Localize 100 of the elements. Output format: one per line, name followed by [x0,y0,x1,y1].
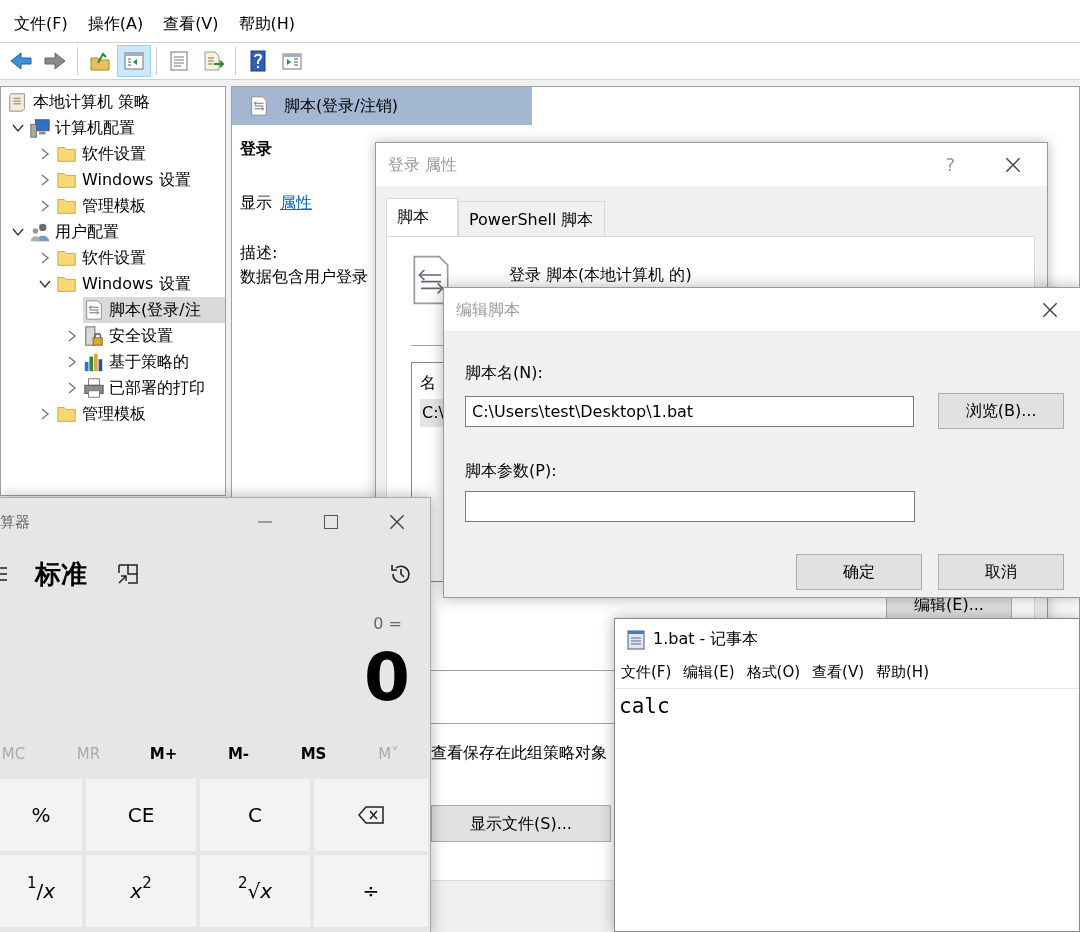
calculator-key[interactable]: % [0,778,82,851]
tree-item-label: Windows 设置 [81,273,192,295]
panel-toggle-button[interactable] [117,45,151,77]
close-icon[interactable] [1005,156,1021,173]
tree-item[interactable]: 计算机配置 [1,115,225,141]
dialog-title: 编辑脚本 [456,298,520,321]
calculator-key[interactable]: ÷ [314,854,428,927]
chevron-right-icon[interactable] [66,330,78,342]
export-list-icon [201,49,225,73]
script-name-field[interactable]: C:\Users\test\Desktop\1.bat [465,395,915,427]
tree-item-label: 软件设置 [81,247,147,269]
tree-item[interactable]: 已部署的打印 [1,375,225,401]
back-arrow-icon [9,49,33,73]
calculator-key[interactable] [314,778,428,851]
tree-item-label: 本地计算机 策略 [32,91,152,113]
chevron-down-icon[interactable] [12,226,24,238]
tree-item[interactable]: 脚本(登录/注 [1,297,225,323]
printer-icon [83,377,105,399]
bar-chart-icon [83,351,105,373]
field-label: 脚本参数(P): [465,460,558,482]
column-header: 名 [420,373,436,392]
script-file-icon [83,299,105,321]
history-icon[interactable] [389,562,413,586]
properties-sheet-icon [167,49,191,73]
menu-item[interactable]: 帮助(H) [876,661,929,684]
mode-title: 标准 [35,557,87,591]
calculator-key[interactable]: $^{1}$/x [0,854,82,927]
close-icon[interactable] [1042,301,1058,318]
server-lock-icon [83,325,105,347]
chevron-down-icon[interactable] [12,122,24,134]
tree-item[interactable]: 软件设置 [1,245,225,271]
description-label: 描述: [240,242,279,264]
keep-on-top-icon[interactable] [117,563,139,585]
result-display: 0 [363,642,411,715]
chevron-right-icon[interactable] [39,252,51,264]
menu-item[interactable]: 查看(V) [812,661,864,684]
chevron-right-icon[interactable] [39,200,51,212]
tree-item-label: 管理模板 [81,403,147,425]
panel-toggle-icon [122,49,146,73]
expression-text: 0 = [372,613,403,635]
tree-item[interactable]: Windows 设置 [1,167,225,193]
tree-item-label: 基于策略的 [108,351,190,373]
tree-item-label: 用户配置 [54,221,120,243]
notepad-icon [625,628,647,650]
tab[interactable]: PowerShell 脚本 [458,201,605,236]
tree-item[interactable]: 软件设置 [1,141,225,167]
menu-item[interactable]: 编辑(E) [683,661,735,684]
document-text: calc [618,692,671,720]
tree-item-label: 管理模板 [81,195,147,217]
field-label: 脚本名(N): [465,362,544,384]
computer-icon [29,117,51,139]
section-heading: 登录 [240,138,273,160]
dialog-button[interactable]: 确定 [796,554,922,590]
calculator-key[interactable]: x$^{2}$ [86,854,196,927]
show-label: 显示 [240,192,272,214]
tree-item[interactable]: 安全设置 [1,323,225,349]
tree-item-label: 安全设置 [108,325,174,347]
properties-link[interactable]: 属性 [280,191,312,215]
window-title: 算器 [0,511,30,533]
chevron-right-icon[interactable] [39,174,51,186]
menu-item[interactable]: 查看(V) [155,8,227,42]
show-files-button[interactable]: 显示文件(S)... [431,805,611,843]
section-heading: 登录 脚本(本地计算机 的) [509,264,692,286]
users-icon [29,221,51,243]
close-icon[interactable] [389,514,405,530]
tab[interactable]: 脚本 [386,198,458,236]
menu-item[interactable]: 文件(F) [6,8,76,42]
maximize-icon[interactable] [323,514,339,530]
memory-button[interactable]: MS [276,738,351,771]
chevron-right-icon[interactable] [39,408,51,420]
backspace-icon [358,805,384,824]
description-text: 数据包含用户登录 [240,267,368,286]
calculator-key[interactable]: C [200,778,310,851]
calculator-key[interactable]: CE [86,778,196,851]
calculator-key[interactable]: $^{2}$√x [200,854,310,927]
tree-item[interactable]: 用户配置 [1,219,225,245]
memory-button[interactable]: M+ [126,738,201,771]
tree-item[interactable]: Windows 设置 [1,271,225,297]
list-row[interactable]: C:\ [420,399,444,427]
menu-item[interactable]: 文件(F) [621,661,672,684]
script-parameters-field[interactable] [465,491,915,522]
tree-item[interactable]: 基于策略的 [1,349,225,375]
note-text: 查看保存在此组策略对象 [431,743,608,764]
tree-item[interactable]: 管理模板 [1,401,225,427]
tree-item-label: 计算机配置 [54,117,136,139]
browse-button[interactable]: 浏览(B)... [938,393,1064,429]
chevron-right-icon[interactable] [66,356,78,368]
pane-title: 脚本(登录/注销) [284,95,398,117]
chevron-right-icon[interactable] [66,382,78,394]
tree-item[interactable]: 本地计算机 策略 [1,89,225,115]
tree-item-label: 已部署的打印 [108,377,206,399]
chevron-down-icon[interactable] [39,278,51,290]
memory-button[interactable]: M- [201,738,276,771]
chevron-right-icon[interactable] [39,148,51,160]
menu-item[interactable]: 操作(A) [79,8,152,42]
tree-item[interactable]: 管理模板 [1,193,225,219]
dialog-button[interactable]: 取消 [938,554,1064,590]
menu-item[interactable]: 格式(O) [746,661,801,684]
menu-item[interactable]: 帮助(H) [230,8,304,42]
menu-icon[interactable] [0,567,8,581]
